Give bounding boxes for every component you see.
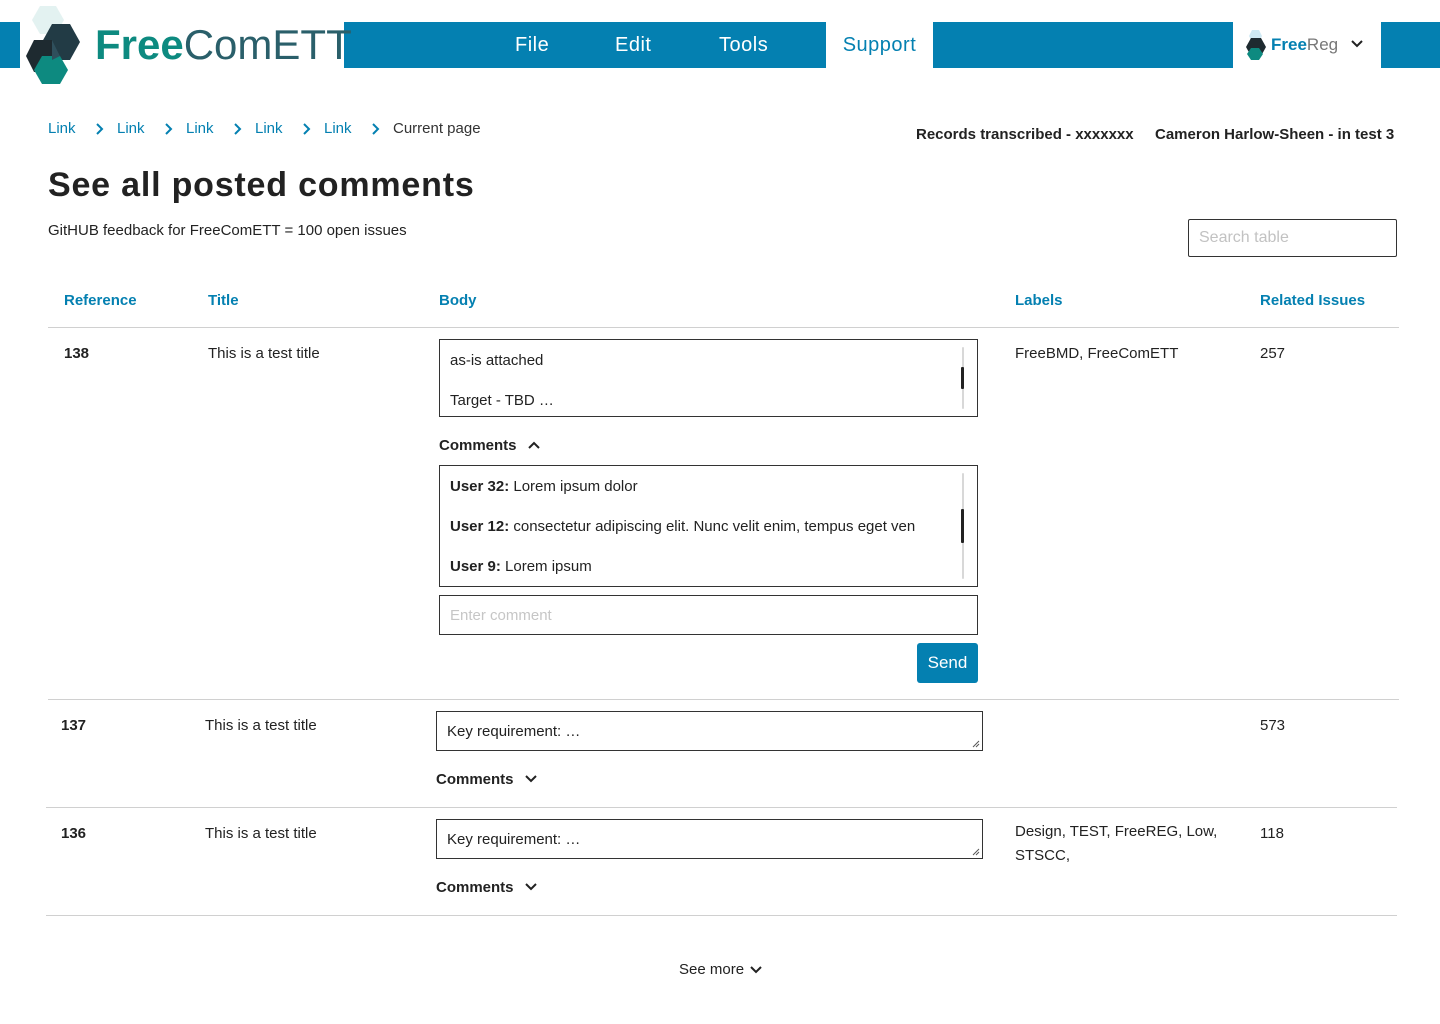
breadcrumb-link-4[interactable]: Link xyxy=(255,120,283,137)
chevron-down-icon[interactable] xyxy=(525,774,537,784)
breadcrumb-current: Current page xyxy=(393,120,481,137)
row-labels: FreeBMD, FreeComETT xyxy=(1015,345,1179,362)
body-line: Key requirement: … xyxy=(447,831,581,848)
row-divider xyxy=(46,915,1397,916)
resize-handle-icon[interactable] xyxy=(972,740,980,748)
nav-edit[interactable]: Edit xyxy=(615,22,651,68)
row-reference: 138 xyxy=(64,345,90,362)
records-transcribed: Records transcribed - xxxxxxx xyxy=(916,126,1134,143)
row-reference: 137 xyxy=(61,717,87,734)
comment-item: User 12: consectetur adipiscing elit. Nu… xyxy=(450,518,915,535)
body-line: as-is attached xyxy=(450,352,544,369)
logo-hexagon-icon[interactable] xyxy=(22,4,84,84)
chevron-down-icon[interactable] xyxy=(1351,39,1363,49)
row-title: This is a test title xyxy=(208,345,320,362)
chevron-right-icon xyxy=(96,123,104,135)
product-switcher[interactable]: FreeReg xyxy=(1233,22,1381,68)
header-divider xyxy=(48,327,1399,328)
chevron-right-icon xyxy=(165,123,173,135)
body-line: Key requirement: … xyxy=(447,723,581,740)
body-textarea[interactable]: as-is attached Target - TBD … xyxy=(439,339,978,417)
chevron-down-icon[interactable] xyxy=(525,882,537,892)
chevron-right-icon xyxy=(234,123,242,135)
column-header-reference[interactable]: Reference xyxy=(64,292,137,309)
comments-toggle-label[interactable]: Comments xyxy=(436,879,514,896)
page-subtitle: GitHUB feedback for FreeComETT = 100 ope… xyxy=(48,222,407,239)
comments-scrollbar-thumb[interactable] xyxy=(961,509,964,543)
comments-toggle-label[interactable]: Comments xyxy=(436,771,514,788)
comment-text: Lorem ipsum dolor xyxy=(509,478,638,495)
column-header-related[interactable]: Related Issues xyxy=(1260,292,1365,309)
row-related[interactable]: 257 xyxy=(1260,345,1285,362)
breadcrumb-link-3[interactable]: Link xyxy=(186,120,214,137)
page-title: See all posted comments xyxy=(48,166,475,204)
user-info[interactable]: Cameron Harlow-Sheen - in test 3 xyxy=(1155,126,1394,143)
chevron-right-icon xyxy=(372,123,380,135)
freereg-wordmark: FreeReg xyxy=(1271,35,1338,55)
row-title: This is a test title xyxy=(205,717,317,734)
body-textarea[interactable]: Key requirement: … xyxy=(436,711,983,751)
breadcrumb-link-5[interactable]: Link xyxy=(324,120,352,137)
row-labels: Design, TEST, FreeREG, Low, xyxy=(1015,823,1218,840)
row-related[interactable]: 118 xyxy=(1260,825,1284,842)
column-header-labels[interactable]: Labels xyxy=(1015,292,1063,309)
logo-wordmark[interactable]: FreeComETT xyxy=(95,20,352,70)
comment-user: User 12: xyxy=(450,518,510,535)
resize-handle-icon[interactable] xyxy=(972,848,980,856)
row-divider xyxy=(48,699,1399,700)
nav-file[interactable]: File xyxy=(515,22,549,68)
logo-free-text: Free xyxy=(95,21,184,68)
see-more-link[interactable]: See more xyxy=(679,961,744,978)
row-labels: STSCC, xyxy=(1015,847,1071,864)
chevron-up-icon[interactable] xyxy=(528,440,540,450)
comment-user: User 32: xyxy=(450,478,510,495)
nav-tools[interactable]: Tools xyxy=(719,22,768,68)
comment-user: User 9: xyxy=(450,558,501,575)
nav-support[interactable]: Support xyxy=(826,22,933,68)
body-scrollbar-thumb[interactable] xyxy=(961,367,964,389)
header-bar-left xyxy=(0,22,20,68)
chevron-down-icon[interactable] xyxy=(750,965,762,975)
breadcrumb-link-2[interactable]: Link xyxy=(117,120,145,137)
freereg-free-text: Free xyxy=(1271,35,1307,54)
column-header-title[interactable]: Title xyxy=(208,292,239,309)
freereg-reg-text: Reg xyxy=(1306,35,1339,54)
row-reference: 136 xyxy=(61,825,87,842)
header-bar-mid xyxy=(933,22,1233,68)
comments-list[interactable]: User 32: Lorem ipsum dolor User 12: cons… xyxy=(439,465,978,587)
comment-item: User 9: Lorem ipsum xyxy=(450,558,592,575)
comment-text: Lorem ipsum xyxy=(500,558,592,575)
row-divider xyxy=(46,807,1397,808)
send-button[interactable]: Send xyxy=(917,643,978,683)
row-related[interactable]: 573 xyxy=(1260,717,1285,734)
header-bar-right xyxy=(1381,22,1440,68)
comment-input[interactable] xyxy=(439,595,978,635)
comment-item: User 32: Lorem ipsum dolor xyxy=(450,478,638,495)
row-title: This is a test title xyxy=(205,825,317,842)
column-header-body[interactable]: Body xyxy=(439,292,477,309)
breadcrumb-link-1[interactable]: Link xyxy=(48,120,76,137)
logo-comett-text: ComETT xyxy=(183,21,352,68)
comment-text: consectetur adipiscing elit. Nunc velit … xyxy=(509,518,916,535)
search-input[interactable] xyxy=(1188,219,1397,257)
freereg-logo-icon xyxy=(1246,30,1266,60)
body-line: Target - TBD … xyxy=(450,392,554,409)
chevron-right-icon xyxy=(303,123,311,135)
body-textarea[interactable]: Key requirement: … xyxy=(436,819,983,859)
comments-toggle-label[interactable]: Comments xyxy=(439,437,517,454)
